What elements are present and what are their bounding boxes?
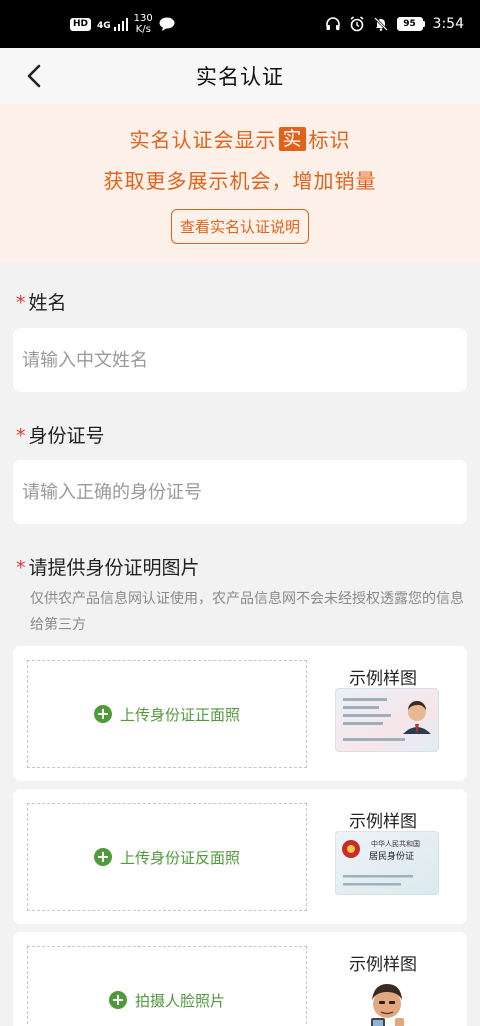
required-mark: * [16,292,26,314]
name-label: * 姓名 [16,292,67,314]
mute-bell-icon [373,16,389,32]
banner-line-1: 实名认证会显示 实 标识 [129,126,351,152]
sample-label: 示例样图 [349,955,417,975]
required-mark: * [16,557,26,579]
verification-banner: 实名认证会显示 实 标识 获取更多展示机会，增加销量 查看实名认证说明 [0,104,480,262]
battery-icon: 95 [396,17,425,31]
face-photo-sample-image [335,974,439,1026]
back-button[interactable] [18,60,50,92]
headphones-icon [325,16,341,32]
required-mark: * [16,425,26,447]
plus-circle-icon: + [93,848,112,866]
id-back-sample-image: 中华人民共和国 居民身份证 [335,831,439,895]
verified-badge: 实 [279,126,306,151]
sample-back-line1: 中华人民共和国 [371,839,420,848]
name-input[interactable] [22,349,458,371]
sample-label: 示例样图 [349,812,417,832]
privacy-hint: 仅供农产品信息网认证使用，农产品信息网不会未经授权透露您的信息给第三方 [30,591,464,633]
status-right: 95 3:54 [325,16,464,32]
sample-back-line2: 居民身份证 [369,850,414,862]
name-field-container[interactable] [13,328,467,392]
hd-badge: HD [70,17,92,31]
id-number-label: * 身份证号 [16,425,105,447]
id-photo-label: * 请提供身份证明图片 [16,557,200,579]
status-bar: HD 4G 130 K/s 95 3:54 [0,0,480,48]
clock: 3:54 [432,16,464,32]
upload-card-face: + 拍摄人脸照片 示例样图 [13,932,467,1026]
plus-circle-icon: + [93,705,112,723]
id-front-sample-image [335,688,439,752]
banner-line-2: 获取更多展示机会，增加销量 [103,169,377,193]
sample-label: 示例样图 [349,669,417,689]
upload-id-back-button[interactable]: + 上传身份证反面照 [27,803,307,911]
chat-bubble-icon [159,16,175,32]
view-verification-info-button[interactable]: 查看实名认证说明 [170,209,309,244]
page-title: 实名认证 [196,65,284,89]
network-signal-icon: 4G [97,17,128,31]
network-speed: 130 K/s [133,13,153,35]
app-header: 实名认证 [0,48,480,104]
plus-circle-icon: + [108,991,127,1009]
upload-card-front: + 上传身份证正面照 示例样图 [13,646,467,781]
id-number-input[interactable] [22,481,458,503]
upload-card-back: + 上传身份证反面照 示例样图 中华人民共和国 居民身份证 [13,789,467,924]
id-number-field-container[interactable] [13,460,467,524]
alarm-icon [349,16,365,32]
chevron-left-icon [27,64,41,88]
take-face-photo-button[interactable]: + 拍摄人脸照片 [27,946,307,1026]
status-left: HD 4G 130 K/s [70,13,175,35]
upload-id-front-button[interactable]: + 上传身份证正面照 [27,660,307,768]
